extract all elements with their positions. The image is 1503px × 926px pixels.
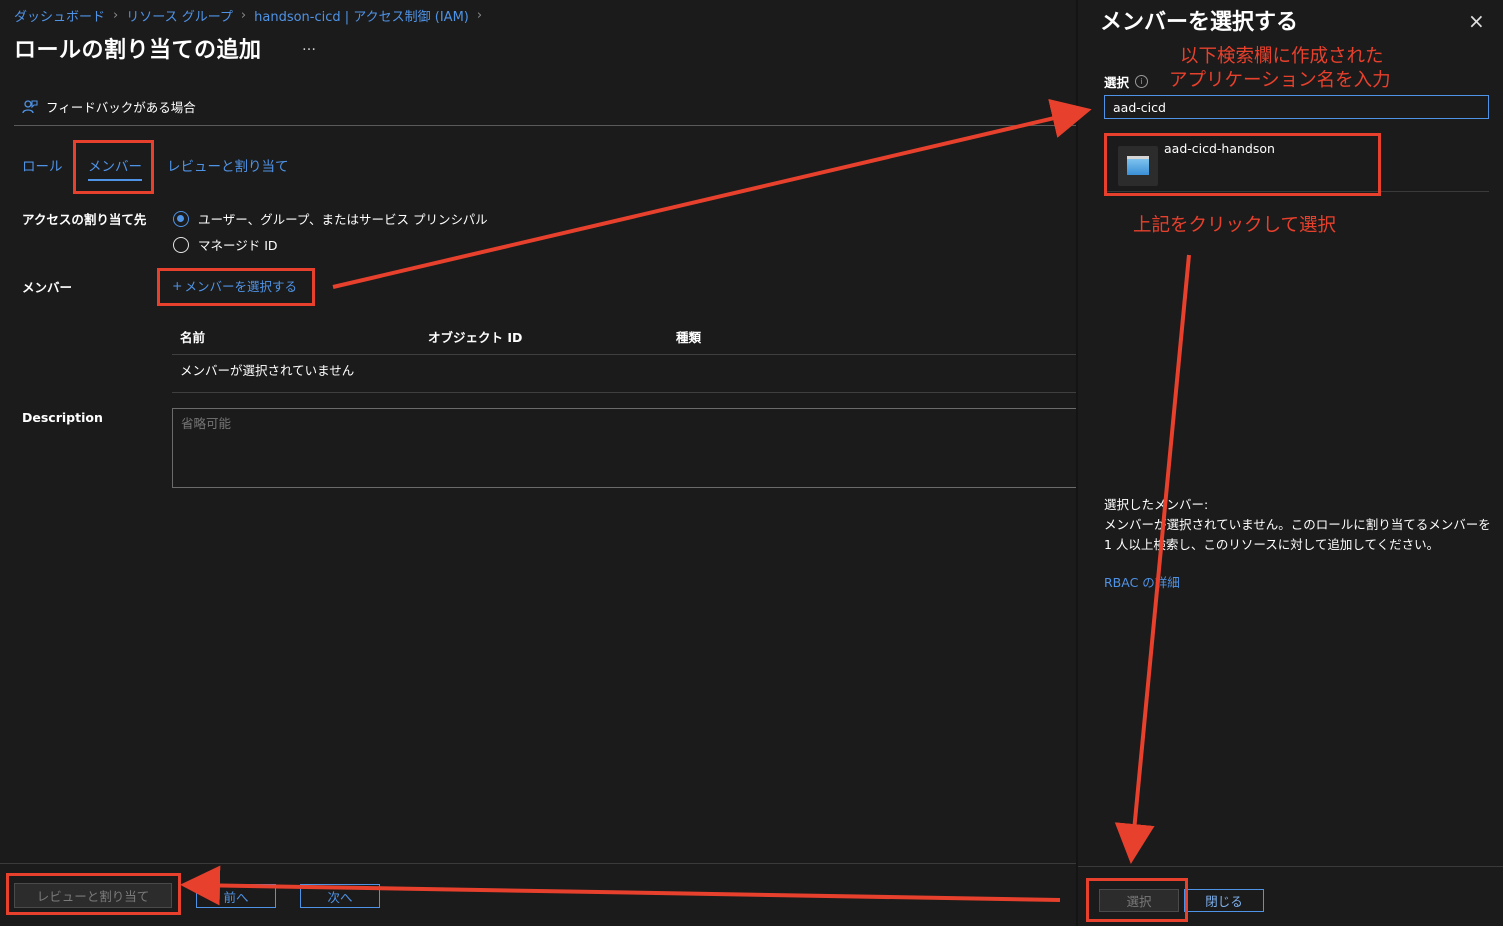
annotation-box-select-button bbox=[1086, 878, 1188, 922]
selected-members-section: 選択したメンバー: メンバーが選択されていません。このロールに割り当てるメンバー… bbox=[1104, 495, 1494, 555]
column-header-object-id: オブジェクト ID bbox=[428, 330, 523, 345]
tab-role[interactable]: ロール bbox=[22, 155, 63, 175]
feedback-link[interactable]: フィードバックがある場合 bbox=[22, 97, 196, 116]
annotation-box-members-tab bbox=[73, 140, 154, 194]
previous-button[interactable]: 前へ bbox=[196, 884, 276, 908]
access-assign-label: アクセスの割り当て先 bbox=[22, 212, 147, 227]
rbac-details-link[interactable]: RBAC の詳細 bbox=[1104, 572, 1180, 591]
annotation-note-search-1: 以下検索欄に作成された bbox=[1180, 46, 1384, 67]
members-label: メンバー bbox=[22, 280, 73, 295]
radio-button[interactable] bbox=[173, 236, 189, 253]
radio-option-user-group-sp[interactable]: ユーザー、グループ、またはサービス プリンシパル bbox=[173, 209, 488, 228]
radio-button-selected[interactable] bbox=[173, 210, 189, 227]
more-options-button[interactable]: … bbox=[302, 38, 316, 54]
column-header-type: 種類 bbox=[676, 330, 702, 345]
page-title: ロールの割り当ての追加 bbox=[14, 38, 262, 63]
annotation-box-select-members bbox=[157, 268, 315, 306]
info-icon[interactable]: i bbox=[1135, 75, 1149, 88]
footer-divider bbox=[0, 863, 1078, 864]
column-header-name: 名前 bbox=[180, 330, 206, 345]
breadcrumb-dashboard[interactable]: ダッシュボード bbox=[14, 6, 105, 25]
search-label-text: 選択 bbox=[1104, 75, 1130, 90]
annotation-note-search-2: アプリケーション名を入力 bbox=[1169, 70, 1391, 91]
divider bbox=[14, 125, 1078, 126]
selected-members-heading: 選択したメンバー: bbox=[1104, 497, 1209, 512]
chevron-right-icon: › bbox=[476, 8, 483, 23]
chevron-right-icon: › bbox=[240, 8, 247, 23]
panel-title: メンバーを選択する bbox=[1100, 10, 1299, 35]
chevron-right-icon: › bbox=[113, 8, 119, 23]
radio-label: ユーザー、グループ、またはサービス プリンシパル bbox=[198, 212, 488, 227]
annotation-note-click: 上記をクリックして選択 bbox=[1133, 215, 1336, 236]
table-header-divider bbox=[172, 354, 1078, 355]
radio-label: マネージド ID bbox=[198, 238, 278, 253]
feedback-person-icon bbox=[22, 99, 38, 113]
search-label: 選択 i bbox=[1104, 72, 1149, 91]
selected-members-text: メンバーが選択されていません。このロールに割り当てるメンバーを 1 人以上検索し… bbox=[1104, 517, 1491, 552]
next-button[interactable]: 次へ bbox=[300, 884, 380, 908]
panel-footer-divider bbox=[1078, 866, 1503, 867]
breadcrumb: ダッシュボード › リソース グループ › handson-cicd | アクセ… bbox=[14, 6, 482, 25]
description-label: Description bbox=[22, 410, 103, 425]
breadcrumb-iam[interactable]: handson-cicd | アクセス制御 (IAM) bbox=[254, 6, 469, 25]
members-empty-text: メンバーが選択されていません bbox=[180, 363, 355, 378]
breadcrumb-resource-groups[interactable]: リソース グループ bbox=[126, 6, 233, 25]
annotation-box-search-result bbox=[1104, 133, 1381, 196]
table-row-divider bbox=[172, 392, 1078, 393]
annotation-box-review-button bbox=[6, 873, 181, 915]
member-search-input[interactable] bbox=[1104, 95, 1489, 119]
tab-review-assign[interactable]: レビューと割り当て bbox=[167, 155, 289, 175]
arrow-to-search bbox=[332, 98, 1092, 289]
description-textarea[interactable] bbox=[172, 408, 1078, 488]
feedback-label: フィードバックがある場合 bbox=[46, 100, 196, 115]
radio-option-managed-id[interactable]: マネージド ID bbox=[173, 235, 278, 254]
close-button[interactable]: 閉じる bbox=[1184, 889, 1264, 912]
close-icon[interactable]: × bbox=[1468, 9, 1485, 33]
